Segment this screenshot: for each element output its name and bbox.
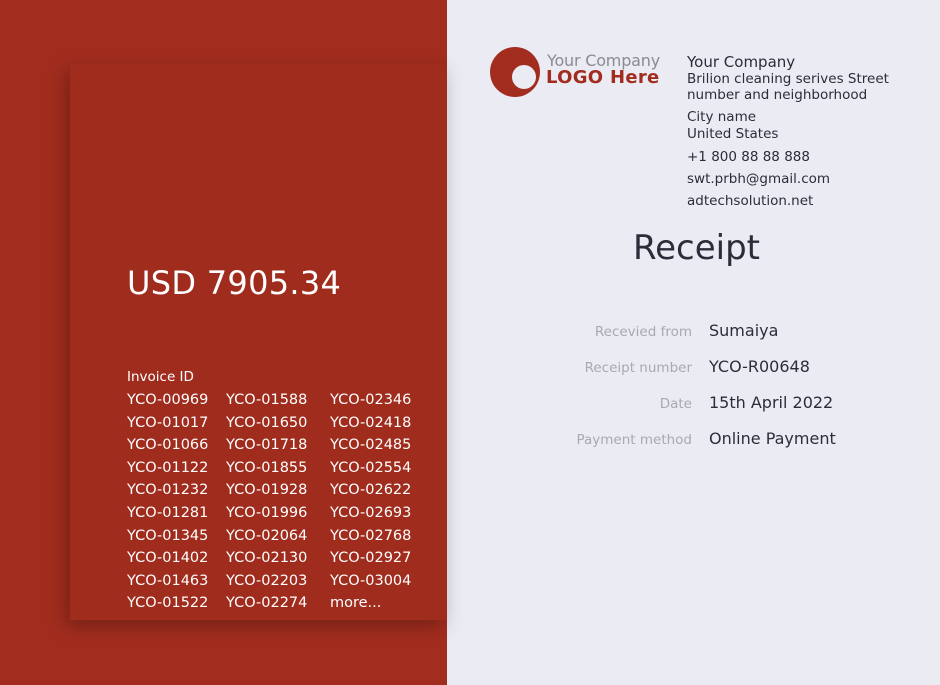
invoice-id: YCO-01066 [127, 437, 209, 454]
invoice-id-label: Invoice ID [127, 369, 194, 385]
company-logo: Your Company LOGO Here [489, 46, 669, 98]
invoice-id: YCO-01281 [127, 504, 209, 521]
invoice-id: YCO-01232 [127, 482, 209, 499]
more-invoices-link[interactable]: more... [330, 592, 437, 615]
detail-row-received-from: Recevied from Sumaiya [540, 320, 920, 344]
invoice-id: YCO-01855 [226, 459, 308, 476]
company-phone: +1 800 88 88 888 [687, 149, 810, 165]
company-address-line2: number and neighborhood [687, 87, 868, 103]
total-amount: USD 7905.34 [127, 264, 342, 302]
invoice-id: YCO-02064 [226, 527, 308, 544]
invoice-id: YCO-02768 [330, 527, 412, 544]
invoice-id: YCO-01522 [127, 595, 209, 612]
invoice-id: YCO-01718 [226, 437, 308, 454]
company-email: swt.prbh@gmail.com [687, 171, 831, 187]
detail-row-payment-method: Payment method Online Payment [540, 428, 920, 452]
company-info: Your Company Brilion cleaning serives St… [687, 53, 889, 210]
company-website: adtechsolution.net [687, 193, 814, 209]
invoice-id: YCO-02418 [330, 414, 412, 431]
detail-value: Online Payment [709, 429, 836, 448]
invoice-id: YCO-01650 [226, 414, 308, 431]
invoice-id: YCO-02130 [226, 550, 308, 567]
detail-label: Receipt number [584, 360, 692, 376]
invoice-id: YCO-01402 [127, 550, 209, 567]
invoice-id: YCO-01345 [127, 527, 209, 544]
logo-text-bottom: LOGO Here [546, 67, 660, 88]
receipt-title: Receipt [633, 228, 760, 268]
invoice-id: YCO-00969 [127, 392, 209, 408]
company-city: City name [687, 109, 757, 125]
company-name: Your Company [687, 53, 796, 71]
logo-circle-icon [490, 47, 540, 97]
invoice-id: YCO-02346 [330, 392, 412, 408]
detail-value: YCO-R00648 [709, 357, 810, 376]
detail-row-receipt-number: Receipt number YCO-R00648 [540, 356, 920, 380]
invoice-id: YCO-02622 [330, 482, 412, 499]
invoice-id: YCO-03004 [330, 572, 412, 589]
invoice-id: YCO-01463 [127, 572, 209, 589]
detail-row-date: Date 15th April 2022 [540, 392, 920, 416]
invoice-id: YCO-01928 [226, 482, 308, 499]
company-address-line1: Brilion cleaning serives Street [687, 71, 889, 87]
detail-value: Sumaiya [709, 321, 779, 340]
company-country: United States [687, 126, 779, 142]
detail-label: Date [659, 396, 692, 412]
detail-value: 15th April 2022 [709, 393, 834, 412]
invoice-id: YCO-02554 [330, 459, 412, 476]
invoice-id: YCO-02693 [330, 504, 412, 521]
invoice-id-list: YCO-00969 YCO-01588 YCO-02346 YCO-01017 YCO-… [127, 389, 437, 615]
invoice-id: YCO-01122 [127, 459, 209, 476]
detail-label: Recevied from [594, 324, 692, 340]
detail-label: Payment method [576, 432, 692, 448]
invoice-id: YCO-01017 [127, 414, 209, 431]
invoice-id: YCO-02485 [330, 437, 412, 454]
invoice-id: YCO-02203 [226, 572, 308, 589]
invoice-id: YCO-02927 [330, 550, 412, 567]
invoice-id: YCO-02274 [226, 595, 308, 612]
invoice-id: YCO-01996 [226, 504, 308, 521]
invoice-id: YCO-01588 [226, 392, 308, 408]
